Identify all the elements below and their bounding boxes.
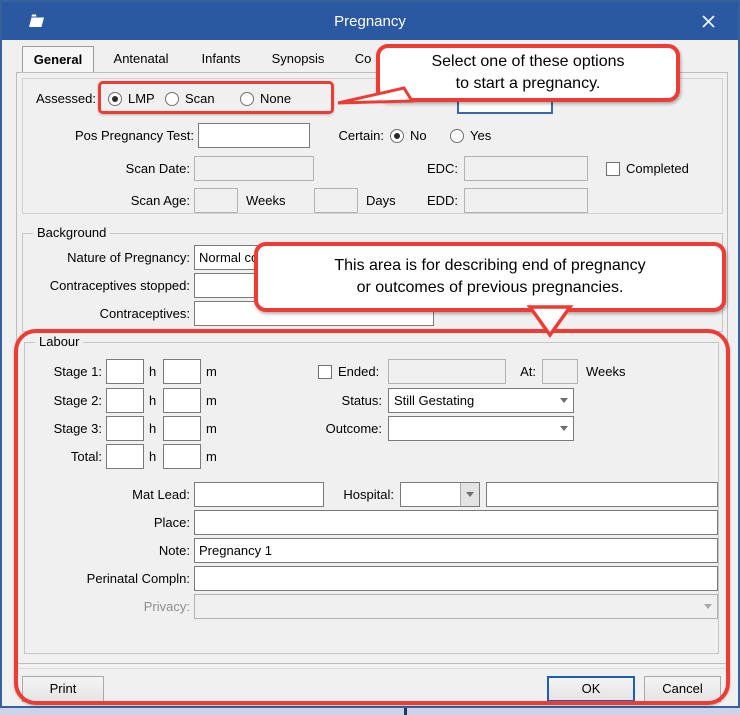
weeks-label: Weeks (246, 193, 286, 208)
nature-of-pregnancy-label: Nature of Pregnancy: (67, 250, 190, 265)
tab-partial[interactable]: Co (346, 46, 380, 72)
edd-field[interactable] (464, 188, 588, 213)
title-bar[interactable]: Pregnancy (2, 2, 738, 40)
pregnancy-dialog: Pregnancy General Antenatal Infants Syno… (0, 0, 740, 708)
scan-age-days-field[interactable] (314, 188, 358, 213)
checkbox-icon[interactable] (606, 161, 620, 176)
radio-label: Yes (470, 128, 492, 143)
contraceptives-stopped-label: Contraceptives stopped: (49, 278, 190, 293)
tab-label: Co (354, 51, 372, 66)
callout-tail (526, 305, 574, 339)
scan-age-label: Scan Age: (130, 193, 190, 208)
screen: Pregnancy General Antenatal Infants Syno… (0, 0, 740, 715)
background-group-title: Background (33, 225, 111, 240)
tab-label: Antenatal (113, 51, 169, 66)
scan-date-field[interactable] (194, 156, 314, 181)
radio-label: No (410, 128, 427, 143)
radio-certain-no[interactable]: No (390, 123, 427, 148)
callout-text: This area is for describing end of pregn… (334, 257, 646, 275)
radio-unselected-icon[interactable] (450, 128, 464, 143)
radio-selected-icon[interactable] (390, 128, 404, 143)
tab-infants[interactable]: Infants (190, 46, 252, 72)
pos-pregnancy-test-label: Pos Pregnancy Test: (75, 128, 194, 143)
tab-synopsis[interactable]: Synopsis (262, 46, 334, 72)
callout-text: or outcomes of previous pregnancies. (356, 279, 624, 296)
checkbox-label: Completed (626, 161, 689, 176)
highlight-rect-assessed (98, 81, 334, 114)
radio-certain-yes[interactable]: Yes (450, 123, 491, 148)
callout-text: Select one of these options (431, 53, 625, 71)
assessed-label: Assessed: (36, 91, 96, 106)
tab-antenatal[interactable]: Antenatal (102, 46, 180, 72)
tab-general[interactable]: General (22, 46, 94, 73)
scan-age-weeks-field[interactable] (194, 188, 238, 213)
window-title: Pregnancy (334, 12, 406, 30)
highlight-rect-labour-area (14, 329, 730, 705)
edc-label: EDC: (426, 161, 458, 176)
tab-label: Synopsis (271, 51, 325, 66)
close-icon[interactable] (696, 10, 720, 32)
callout-tail (337, 86, 415, 105)
tab-label: Infants (201, 51, 241, 66)
callout-labour: This area is for describing end of pregn… (254, 242, 726, 312)
certain-label: Certain: (338, 128, 384, 143)
edc-field[interactable] (464, 156, 588, 181)
contraceptives-label: Contraceptives: (99, 306, 190, 321)
scan-date-label: Scan Date: (125, 161, 190, 176)
tab-label: General (33, 52, 83, 67)
completed-checkbox[interactable]: Completed (606, 156, 689, 181)
callout-text: to start a pregnancy. (455, 75, 601, 92)
edd-label: EDD: (426, 193, 458, 208)
days-label: Days (366, 193, 396, 208)
pos-pregnancy-test-field[interactable] (198, 123, 310, 148)
